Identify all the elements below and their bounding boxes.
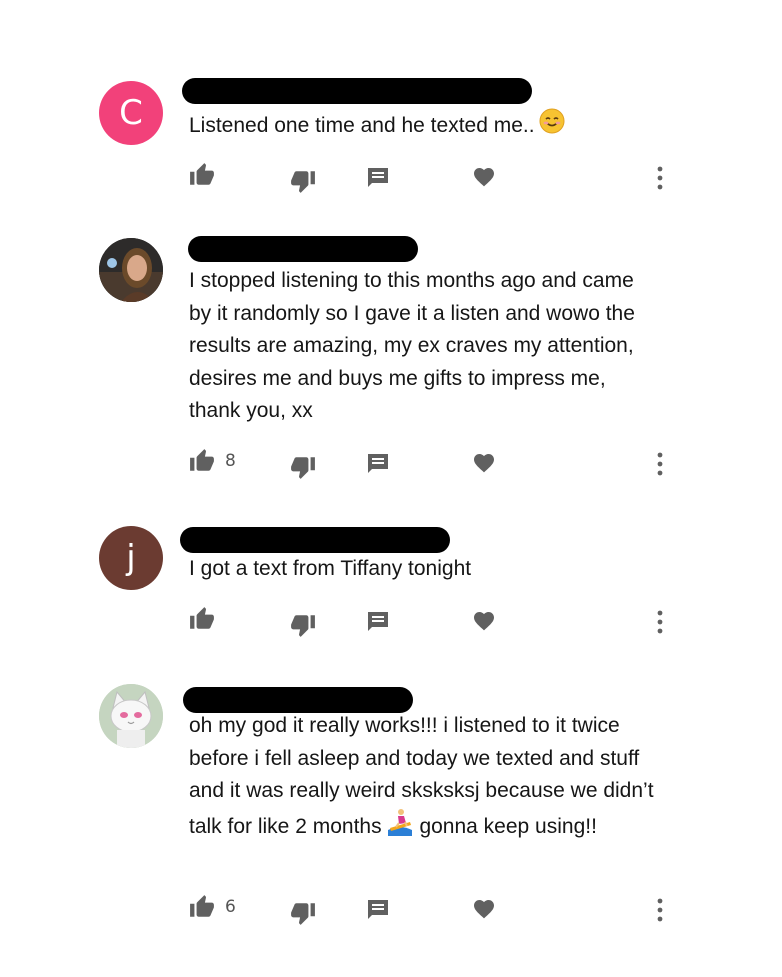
more-vert-icon [657, 610, 663, 634]
avatar[interactable]: C [99, 81, 163, 145]
redacted-author-name [188, 236, 418, 262]
reply-icon [368, 454, 388, 473]
dislike-button[interactable] [290, 166, 316, 196]
thumbs-down-icon [291, 171, 315, 193]
thumbs-down-icon [291, 457, 315, 479]
more-vert-icon [657, 898, 663, 922]
heart-icon [474, 900, 494, 919]
like-count: 6 [225, 897, 236, 917]
heart-icon [474, 168, 494, 187]
heart-icon [474, 612, 494, 631]
more-options-button[interactable] [650, 449, 670, 479]
comment-actions [0, 604, 782, 637]
comment-text: Listened one time and he texted me.. [189, 108, 669, 145]
avatar-letter: C [119, 93, 143, 133]
smiling-face-emoji [539, 108, 565, 145]
more-options-button[interactable] [650, 163, 670, 193]
reply-button[interactable] [366, 449, 390, 479]
thumbs-up-icon [190, 449, 214, 471]
reply-button[interactable] [366, 895, 390, 925]
heart-button[interactable] [472, 162, 496, 192]
comment-text: I got a text from Tiffany tonight [189, 557, 472, 580]
like-button[interactable]: 8 [189, 446, 236, 476]
thumbs-up-icon [190, 607, 214, 629]
more-options-button[interactable] [650, 607, 670, 637]
comment-actions: 8 [0, 446, 782, 479]
heart-button[interactable] [472, 448, 496, 478]
like-button[interactable] [189, 160, 225, 190]
dislike-button[interactable] [290, 898, 316, 928]
heart-button[interactable] [472, 606, 496, 636]
person-surfing-emoji [386, 808, 414, 847]
more-options-button[interactable] [650, 895, 670, 925]
thumbs-up-icon [190, 895, 214, 917]
like-button[interactable]: 6 [189, 892, 236, 922]
like-button[interactable] [189, 604, 225, 634]
comment-actions [0, 160, 782, 193]
thumbs-up-icon [190, 163, 214, 185]
reply-icon [368, 612, 388, 631]
dislike-button[interactable] [290, 452, 316, 482]
comment-text: I stopped listening to this months ago a… [189, 269, 635, 422]
heart-icon [474, 454, 494, 473]
heart-button[interactable] [472, 894, 496, 924]
like-count: 8 [225, 451, 236, 471]
reply-icon [368, 900, 388, 919]
reply-button[interactable] [366, 163, 390, 193]
thumbs-down-icon [291, 903, 315, 925]
cat-avatar-image [99, 684, 163, 748]
reply-button[interactable] [366, 607, 390, 637]
photo-avatar-image [99, 238, 163, 302]
thumbs-down-icon [291, 615, 315, 637]
avatar-letter: j [126, 538, 136, 578]
redacted-author-name [182, 78, 532, 104]
redacted-author-name [180, 527, 450, 553]
avatar[interactable]: j [99, 526, 163, 590]
cat-avatar[interactable] [99, 684, 163, 748]
more-vert-icon [657, 166, 663, 190]
comment-actions: 6 [0, 892, 782, 925]
comment-text: oh my god it really works!!! i listened … [189, 710, 659, 846]
reply-icon [368, 168, 388, 187]
more-vert-icon [657, 452, 663, 476]
dislike-button[interactable] [290, 610, 316, 640]
photo-avatar[interactable] [99, 238, 163, 302]
